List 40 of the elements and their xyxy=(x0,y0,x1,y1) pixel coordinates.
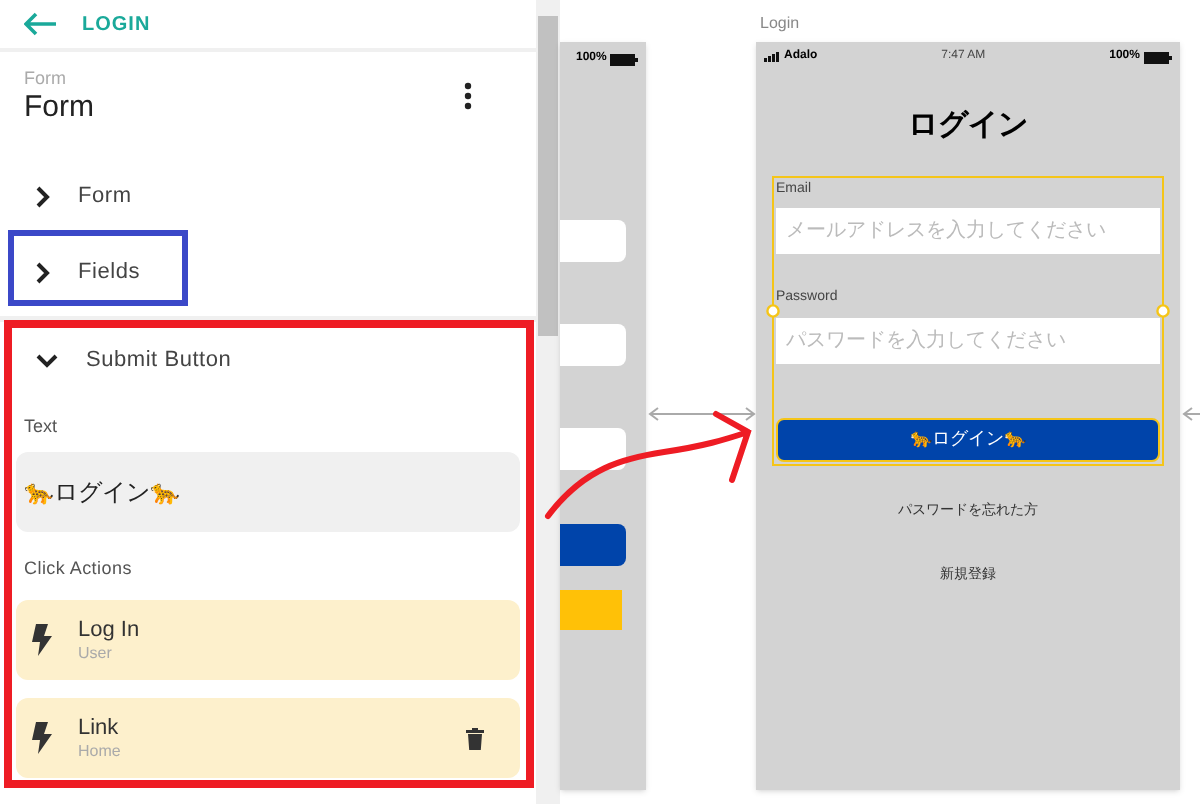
lightning-bolt-icon xyxy=(32,722,52,754)
button-shape xyxy=(560,524,626,566)
section-header[interactable]: Form xyxy=(0,158,536,234)
input-field xyxy=(560,220,626,262)
action-subtitle: User xyxy=(78,645,114,661)
input-field xyxy=(560,324,626,366)
action-card[interactable]: Link Home xyxy=(16,698,520,778)
back-arrow-icon[interactable] xyxy=(24,12,58,36)
action-subtitle: Home xyxy=(78,743,123,759)
action-title: Link xyxy=(78,717,121,739)
signal-icon xyxy=(764,52,780,62)
connector-arrow xyxy=(1182,406,1200,422)
battery-icon xyxy=(610,53,639,65)
resize-handle[interactable] xyxy=(1156,303,1170,317)
button-text-field[interactable]: 🐆ログイン🐆 xyxy=(16,451,520,531)
button-shape xyxy=(560,590,622,630)
screen-title-label: Login xyxy=(760,12,800,36)
scrollbar-thumb[interactable] xyxy=(538,16,558,336)
section-header[interactable]: Fields xyxy=(0,234,536,310)
connector-arrow xyxy=(648,406,756,422)
trash-icon[interactable] xyxy=(466,727,484,749)
component-name: Form xyxy=(24,92,94,122)
lightning-bolt-icon xyxy=(32,624,52,656)
input-field[interactable]: パスワードを入力してください xyxy=(776,317,1160,363)
input-field[interactable]: メールアドレスを入力してください xyxy=(776,208,1160,254)
action-card[interactable]: Log In User xyxy=(16,600,520,680)
section-header[interactable]: Submit Button xyxy=(0,322,536,398)
resize-handle[interactable] xyxy=(766,303,780,317)
more-options-icon[interactable] xyxy=(464,82,472,110)
screen-heading: ログイン xyxy=(906,104,1030,146)
chevron-right-icon xyxy=(36,185,50,207)
chevron-down-icon xyxy=(36,353,58,367)
section-label: Click Actions xyxy=(22,555,134,581)
action-title: Log In xyxy=(78,619,142,641)
battery-icon xyxy=(1143,51,1172,63)
component-type-label: Form xyxy=(24,70,68,88)
login-button[interactable]: 🐆ログイン🐆 xyxy=(776,418,1160,463)
input-field xyxy=(560,428,626,470)
field-label: Text xyxy=(22,414,60,440)
chevron-right-icon xyxy=(36,261,50,283)
